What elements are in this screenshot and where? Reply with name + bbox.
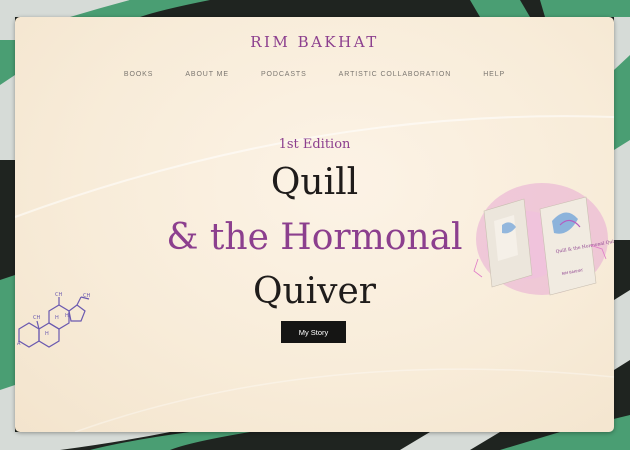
nav-podcasts[interactable]: PODCASTS [261,71,307,78]
svg-text:H: H [45,331,49,337]
my-story-button[interactable]: My Story [281,321,346,343]
svg-text:A: A [17,341,21,347]
svg-text:H: H [65,313,69,319]
page-card: RIM BAKHAT BOOKS ABOUT ME PODCASTS ARTIS… [15,17,614,432]
svg-text:H: H [55,315,59,321]
steroid-molecule-illustration: CH CH CH H H H A [17,292,90,348]
site-logo[interactable]: RIM BAKHAT [15,33,614,51]
svg-text:CH: CH [55,292,62,298]
nav-help[interactable]: HELP [483,71,505,78]
nav-artistic-collaboration[interactable]: ARTISTIC COLLABORATION [339,71,452,78]
main-nav: BOOKS ABOUT ME PODCASTS ARTISTIC COLLABO… [15,71,614,78]
svg-text:CH: CH [83,293,90,299]
book-mockup-image: Quill & the Hormonal Quiver RIM BAKHAT [473,183,614,296]
nav-books[interactable]: BOOKS [124,71,153,78]
svg-text:CH: CH [33,315,40,321]
edition-label: 1st Edition [278,137,351,152]
nav-about-me[interactable]: ABOUT ME [185,71,229,78]
